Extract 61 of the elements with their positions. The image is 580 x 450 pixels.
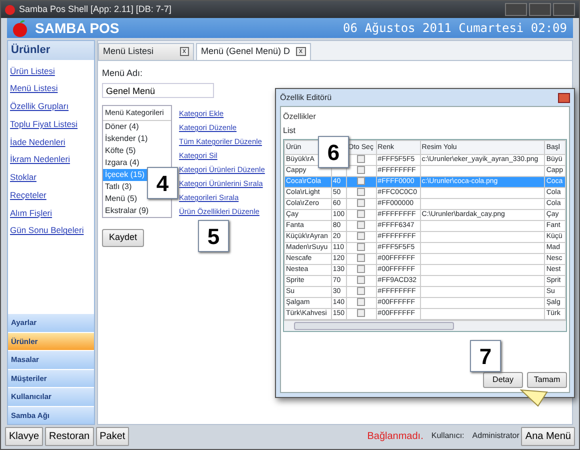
sidebar-link[interactable]: Menü Listesi — [10, 82, 92, 95]
sidebar-link[interactable]: İkram Nedenleri — [10, 153, 92, 166]
sidebar-link[interactable]: Gün Sonu Belgeleri — [10, 224, 92, 237]
group-label: Özellikler — [283, 111, 317, 123]
dialog-button[interactable]: Tamam — [527, 372, 567, 388]
sidebar-link[interactable]: Ürün Listesi — [10, 64, 92, 78]
user-label: Kullanıcı: — [431, 430, 464, 442]
checkbox[interactable] — [357, 265, 366, 274]
step-callout-tooltip: 4 — [147, 167, 178, 199]
maximize-button[interactable] — [529, 3, 551, 16]
sidebar-link[interactable]: Reçeteler — [10, 188, 92, 202]
date-time: 06 Ağustos 2011 Cumartesi 02:09 — [343, 20, 567, 37]
step-callout-tooltip: 5 — [198, 220, 229, 252]
checkbox[interactable] — [357, 221, 366, 230]
checkbox[interactable] — [357, 166, 366, 174]
tab-label: Menü (Genel Menü) D — [201, 45, 290, 58]
footer-button[interactable]: Paket — [96, 426, 130, 446]
close-button[interactable] — [558, 92, 570, 102]
list-item[interactable]: Köfte (5) — [103, 145, 171, 157]
checkbox[interactable] — [357, 287, 366, 296]
sidebar-link[interactable]: Alım Fişleri — [10, 206, 92, 220]
dialog-title: Özellik Editörü — [280, 92, 332, 104]
sidebar-link[interactable]: Özellik Grupları — [10, 100, 92, 113]
checkbox[interactable] — [357, 276, 366, 284]
checkbox[interactable] — [357, 298, 366, 306]
window-title: Samba Pos Shell [App: 2.11] [DB: 7-7] — [19, 2, 172, 16]
horizontal-scrollbar[interactable] — [284, 320, 566, 331]
main-menu-button[interactable]: Ana Menü — [521, 426, 575, 446]
app-brand: SAMBA POS — [35, 18, 120, 38]
sidebar-title: Ürünler — [8, 41, 94, 60]
save-button[interactable]: Kaydet — [102, 229, 144, 246]
checkbox[interactable] — [357, 199, 366, 208]
connection-status: Bağlanmadı. — [367, 430, 424, 444]
list-item[interactable]: İskender (1) — [103, 133, 171, 145]
step-callout-tooltip: 7 — [470, 340, 501, 372]
sidebar-link[interactable]: Stoklar — [10, 171, 92, 184]
tab-label: Menü Listesi — [103, 45, 154, 58]
checkbox[interactable] — [357, 177, 366, 186]
checkbox[interactable] — [357, 254, 366, 262]
footer-button[interactable]: Restoran — [45, 426, 94, 446]
minimize-button[interactable] — [505, 3, 527, 16]
checkbox[interactable] — [357, 243, 366, 252]
callout-pointer-tooltip — [520, 389, 548, 407]
user-name: Administrator — [472, 430, 520, 442]
checkbox[interactable] — [357, 309, 366, 318]
checkbox[interactable] — [357, 210, 366, 218]
list-item[interactable]: Ekstralar (9) — [103, 205, 171, 217]
sidebar-link[interactable]: İade Nedenleri — [10, 136, 92, 148]
list-item[interactable]: Döner (4) — [103, 121, 171, 133]
dialog-button[interactable]: Detay — [483, 372, 523, 388]
field-label: Menü Adı: — [102, 66, 144, 80]
footer-button[interactable]: Klavye — [5, 426, 44, 446]
menu-name-field[interactable]: Genel Menü — [102, 83, 214, 98]
list-label: List — [283, 125, 296, 137]
app-icon — [5, 4, 15, 14]
checkbox[interactable] — [357, 188, 366, 196]
sidebar-link[interactable]: Toplu Fiyat Listesi — [10, 118, 92, 130]
checkbox[interactable] — [357, 155, 366, 164]
checkbox[interactable] — [357, 232, 366, 240]
list-item[interactable]: Izgara (4) — [103, 157, 171, 169]
apple-logo-icon — [11, 19, 29, 37]
